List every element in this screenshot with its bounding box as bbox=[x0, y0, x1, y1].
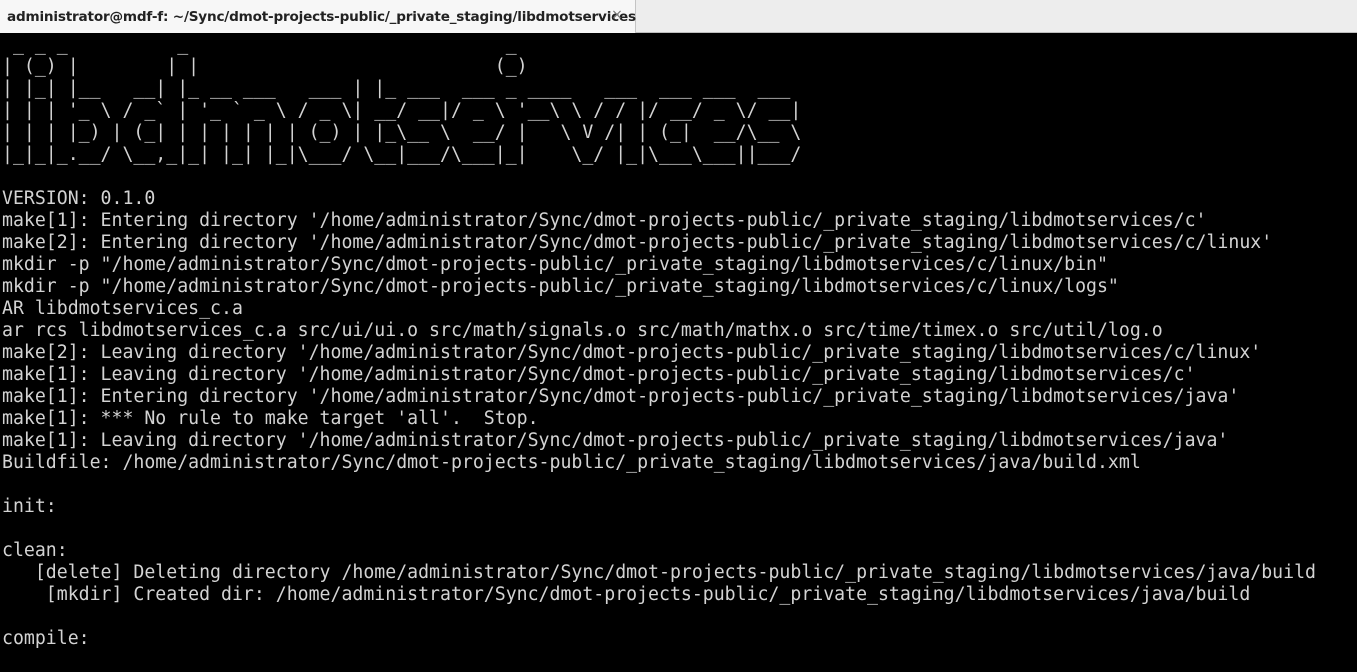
close-icon[interactable]: × bbox=[609, 7, 625, 23]
terminal-line: AR libdmotservices_c.a bbox=[2, 298, 243, 319]
terminal-line: make[2]: Leaving directory '/home/admini… bbox=[2, 342, 1262, 363]
terminal-line: compile: bbox=[2, 628, 90, 649]
terminal-line: make[1]: *** No rule to make target 'all… bbox=[2, 408, 539, 429]
terminal-line: ar rcs libdmotservices_c.a src/ui/ui.o s… bbox=[2, 320, 1163, 341]
terminal-line: mkdir -p "/home/administrator/Sync/dmot-… bbox=[2, 254, 1108, 275]
terminal-line: VERSION: 0.1.0 bbox=[2, 188, 156, 209]
terminal-line: | (_) | | | (_) bbox=[2, 56, 528, 77]
terminal-line: [delete] Deleting directory /home/admini… bbox=[2, 562, 1316, 583]
terminal-output[interactable]: _ _ _ _ _ | (_) | | | (_) | |_| |__ __| |_… bbox=[0, 34, 1357, 672]
terminal-line: [mkdir] Created dir: /home/administrator… bbox=[2, 584, 1251, 605]
terminal-line: make[1]: Leaving directory '/home/admini… bbox=[2, 430, 1229, 451]
terminal-line: | | | '_ \ / _` | '_ ` _ \ / _ \| __/ __… bbox=[2, 100, 802, 121]
terminal-tab[interactable]: administrator@mdf-f: ~/Sync/dmot-project… bbox=[0, 0, 636, 33]
terminal-line: _ _ _ _ _ bbox=[2, 34, 517, 55]
terminal-line: |_|_|_.__/ \__,_|_| |_| |_|\___/ \__|___… bbox=[2, 144, 802, 165]
terminal-line: Buildfile: /home/administrator/Sync/dmot… bbox=[2, 452, 1141, 473]
terminal-line: init: bbox=[2, 496, 57, 517]
terminal-lines: _ _ _ _ _ | (_) | | | (_) | |_| |__ __| |_… bbox=[2, 34, 1316, 650]
tab-title: administrator@mdf-f: ~/Sync/dmot-project… bbox=[7, 8, 636, 25]
terminal-line: make[1]: Entering directory '/home/admin… bbox=[2, 210, 1207, 231]
tab-bar: administrator@mdf-f: ~/Sync/dmot-project… bbox=[0, 0, 1357, 33]
terminal-line: make[1]: Leaving directory '/home/admini… bbox=[2, 364, 1196, 385]
terminal-line: mkdir -p "/home/administrator/Sync/dmot-… bbox=[2, 276, 1119, 297]
terminal-line: | |_| |__ __| |_ __ ___ ___ | |_ ___ ___… bbox=[2, 78, 791, 99]
terminal-window: administrator@mdf-f: ~/Sync/dmot-project… bbox=[0, 0, 1357, 672]
terminal-line: clean: bbox=[2, 540, 68, 561]
terminal-line: make[1]: Entering directory '/home/admin… bbox=[2, 386, 1240, 407]
terminal-line: | | | |_) | (_| | | | | | | (_) | |_\__ … bbox=[2, 122, 802, 143]
terminal-line: make[2]: Entering directory '/home/admin… bbox=[2, 232, 1273, 253]
